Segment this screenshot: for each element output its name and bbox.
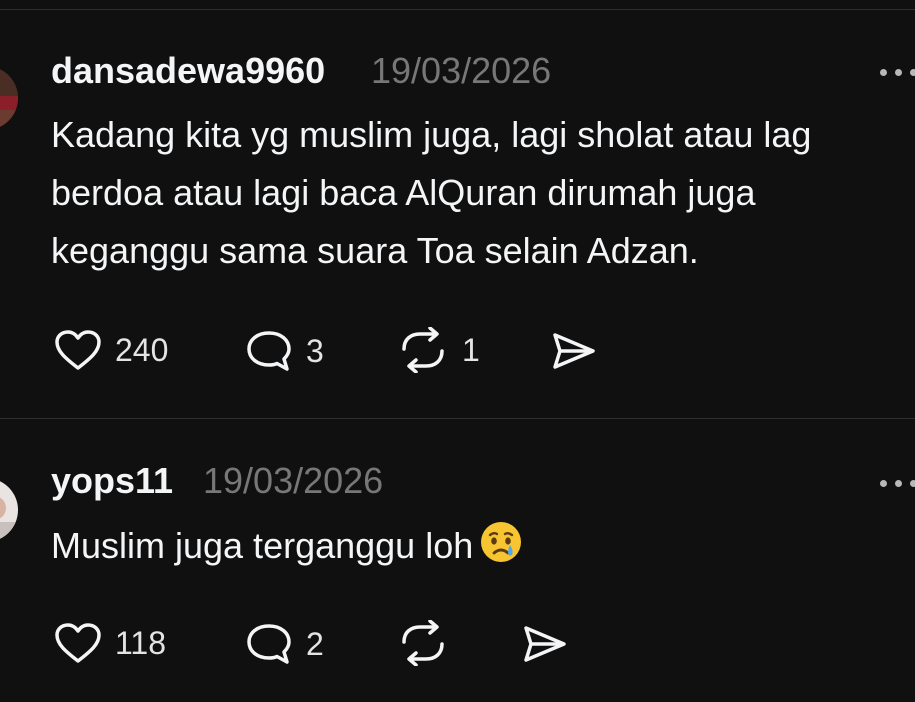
post-date: 19/03/2026 xyxy=(371,50,552,91)
comment-icon xyxy=(247,624,291,664)
reply-count: 2 xyxy=(306,626,324,662)
repost-count: 1 xyxy=(462,332,480,368)
repost-icon xyxy=(402,327,444,373)
heart-icon xyxy=(55,623,101,663)
repost-button[interactable] xyxy=(396,620,450,666)
crying-face-emoji xyxy=(479,520,523,581)
post-text: Kadang kita yg muslim juga, lagi sholat … xyxy=(51,106,811,280)
avatar[interactable] xyxy=(0,66,18,130)
like-count: 118 xyxy=(115,625,167,661)
like-button[interactable]: 240 xyxy=(53,329,168,371)
reply-count: 3 xyxy=(306,333,324,369)
post-text: Muslim juga terganggu loh xyxy=(51,517,523,581)
post-divider xyxy=(0,418,915,419)
post-text-line: Kadang kita yg muslim juga, lagi sholat … xyxy=(51,114,812,155)
share-button[interactable] xyxy=(522,624,568,664)
send-icon xyxy=(524,626,566,662)
username[interactable]: yops11 xyxy=(51,460,173,502)
reply-feed: dansadewa9960 19/03/2026 Kadang kita yg … xyxy=(0,0,915,702)
more-options-icon[interactable] xyxy=(880,62,915,82)
username[interactable]: dansadewa9960 xyxy=(51,50,325,92)
more-options-icon[interactable] xyxy=(880,473,915,493)
share-button[interactable] xyxy=(551,331,597,371)
reply-button[interactable]: 2 xyxy=(244,622,324,666)
like-count: 240 xyxy=(115,332,169,368)
send-icon xyxy=(553,333,595,369)
repost-icon xyxy=(402,620,444,666)
comment-icon xyxy=(247,331,291,371)
like-button[interactable]: 118 xyxy=(53,622,166,664)
post-date: 19/03/2026 xyxy=(203,460,384,501)
divider-top xyxy=(0,9,915,10)
avatar[interactable] xyxy=(0,478,18,542)
repost-button[interactable]: 1 xyxy=(396,327,480,373)
post-text-line: keganggu sama suara Toa selain Adzan. xyxy=(51,230,699,271)
heart-icon xyxy=(55,330,101,370)
post-text-line: Muslim juga terganggu loh xyxy=(51,525,474,566)
post-text-line: berdoa atau lagi baca AlQuran dirumah ju… xyxy=(51,172,756,213)
reply-button[interactable]: 3 xyxy=(244,329,324,373)
